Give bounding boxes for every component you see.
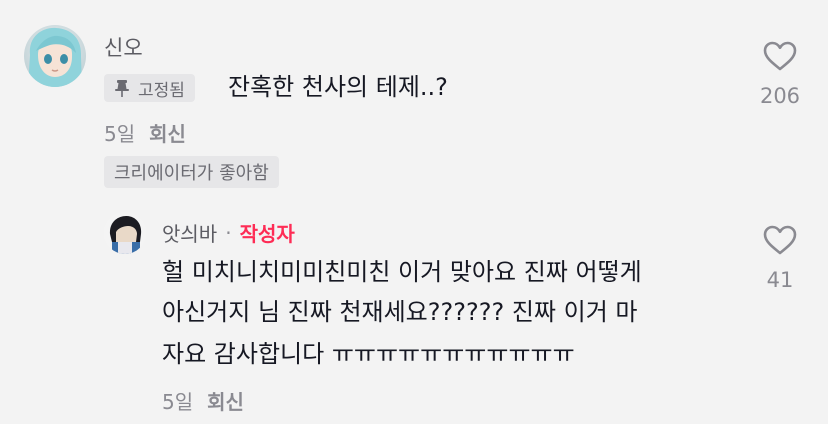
reply-button[interactable]: 회신	[149, 118, 186, 147]
comment-username[interactable]: 신오	[104, 32, 143, 62]
reply-text-line-3: 자요 감사합니다 ㅠㅠㅠㅠㅠㅠㅠㅠㅠㅠㅠ	[162, 340, 575, 368]
avatar[interactable]	[24, 25, 86, 87]
pinned-badge: 고정됨	[104, 74, 195, 102]
reply-avatar[interactable]	[104, 212, 146, 254]
avatar-image	[104, 212, 146, 254]
reply-text-line-1: 헐 미치니치미미친미친 이거 맞아요 진짜 어떻게	[162, 258, 642, 286]
comment-text: 잔혹한 천사의 테제..?	[228, 73, 448, 101]
like-count: 41	[766, 268, 794, 292]
creator-label: 작성자	[239, 222, 295, 246]
reply-like-button[interactable]: 41	[756, 224, 804, 292]
reply-meta: 5일 회신	[162, 386, 244, 415]
comment-like-button[interactable]: 206	[756, 40, 804, 108]
creator-liked-badge: 크리에이터가 좋아함	[104, 156, 279, 188]
reply-text-line-2: 아신거지 님 진짜 천재세요?????? 진짜 이거 마	[162, 298, 638, 326]
reply-reply-button[interactable]: 회신	[207, 386, 244, 415]
reply-username[interactable]: 앗싀바	[162, 218, 217, 247]
heart-outline-icon	[762, 224, 798, 260]
reply-author-row: 앗싀바 · 작성자	[162, 218, 295, 247]
reply-time: 5일	[162, 390, 194, 414]
separator-dot: ·	[225, 220, 232, 245]
pinned-label: 고정됨	[138, 80, 185, 101]
pin-icon	[114, 79, 130, 97]
avatar-image	[24, 25, 86, 87]
heart-outline-icon	[762, 40, 798, 76]
comment-time: 5일	[104, 122, 136, 146]
comment-meta: 5일 회신	[104, 118, 186, 147]
like-count: 206	[759, 84, 801, 108]
